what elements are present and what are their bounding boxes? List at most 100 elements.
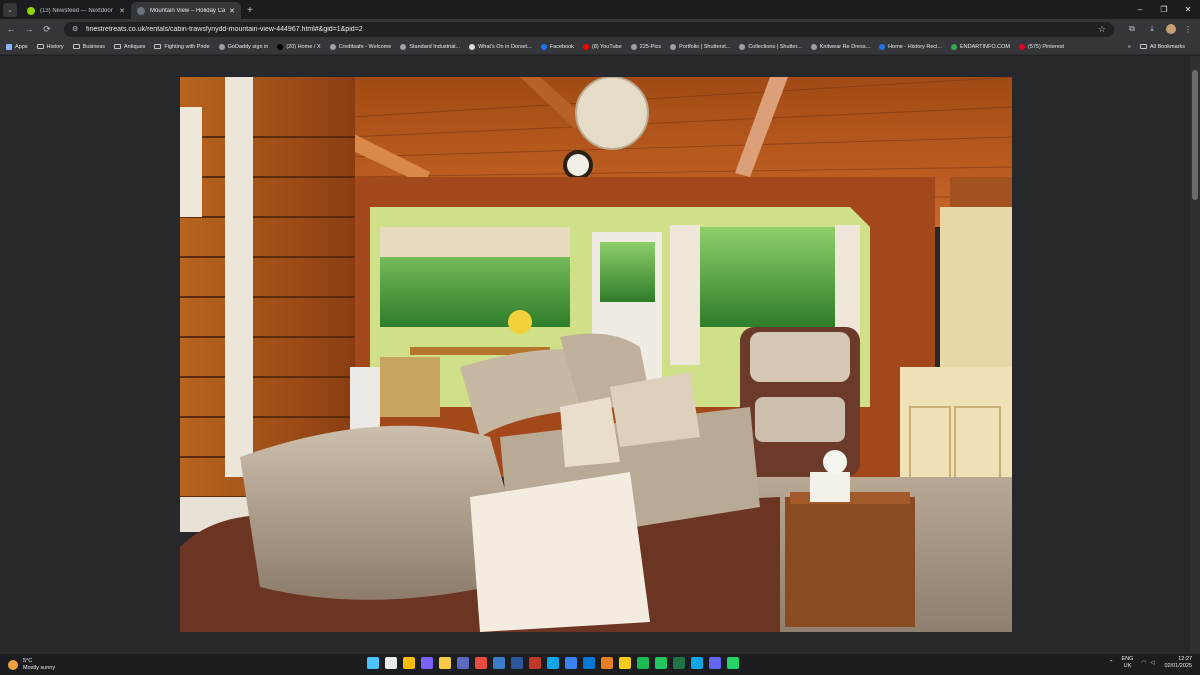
app-icon-4[interactable] (529, 657, 541, 669)
bookmark-item[interactable]: Business (72, 43, 105, 50)
window-controls: – ❐ ✕ (1128, 0, 1200, 19)
language-indicator[interactable]: ENG UK (1122, 656, 1134, 670)
bookmark-item[interactable]: Fighting with Pride (154, 43, 210, 50)
scrollbar-thumb[interactable] (1192, 70, 1198, 200)
close-icon[interactable]: ✕ (229, 7, 235, 15)
app-icon-6[interactable] (601, 657, 613, 669)
bookmark-item[interactable]: (20) Home / X (277, 43, 321, 50)
folder-icon (1139, 44, 1147, 49)
bookmark-item[interactable]: Antiques (114, 44, 145, 50)
volume-icon[interactable]: ◁ (1150, 660, 1154, 666)
tab-mountain-view[interactable]: Mountain View – Holiday Cabin ✕ (131, 2, 241, 19)
lang-top: ENG (1121, 656, 1134, 662)
word-icon[interactable] (511, 657, 523, 669)
bookmark-label: Portfolio | Shutterst... (679, 43, 731, 50)
extensions-icon[interactable]: ⧉ (1124, 24, 1140, 34)
close-window-button[interactable]: ✕ (1176, 0, 1200, 19)
bookmark-item[interactable]: Creditsafe - Welcome (329, 43, 391, 50)
chevron-up-icon[interactable]: ⌃ (1109, 660, 1114, 666)
app-icon-10[interactable] (709, 657, 721, 669)
bookmark-item[interactable]: Knitwear Re Dress... (810, 43, 870, 50)
chrome-icon[interactable] (403, 657, 415, 669)
folder-icon (154, 44, 162, 49)
bookmark-label: Facebook (549, 43, 574, 50)
weather-temp: 5°C (23, 657, 33, 664)
restore-button[interactable]: ❐ (1152, 0, 1176, 19)
bookmark-item[interactable]: GoDaddy sign in (218, 43, 268, 50)
scrollbar[interactable] (1190, 56, 1200, 653)
downloads-icon[interactable]: ⤓ (1144, 24, 1160, 34)
cabin-interior-image (180, 77, 1012, 632)
favicon-icon (469, 43, 476, 50)
bookmark-item[interactable]: Home - History Recl... (879, 43, 942, 50)
avatar[interactable] (1166, 24, 1176, 34)
app-icon-8[interactable] (655, 657, 667, 669)
bookmarks-bar: Apps History Business Antiques Fighting with… (0, 39, 1200, 55)
bookmark-item[interactable]: (575) Pinterest (1018, 43, 1064, 50)
bookmark-label: Home - History Recl... (888, 43, 942, 50)
start-icon[interactable] (367, 657, 379, 669)
favicon-icon (540, 43, 547, 50)
all-bookmarks-label: All Bookmarks (1149, 43, 1185, 50)
tab-nextdoor[interactable]: (13) Newsfeed — Nextdoor ✕ (21, 2, 131, 19)
taskbar: 5°C Mostly sunny ⌃ ENG UK ◠ ◁ 12:27 02/0… (0, 653, 1200, 675)
new-tab-button[interactable]: + (247, 5, 253, 16)
time: 12:27 (1178, 656, 1192, 662)
task-view-icon[interactable] (385, 657, 397, 669)
favicon-icon (218, 43, 225, 50)
app-icon-5[interactable] (565, 657, 577, 669)
file-explorer-icon[interactable] (439, 657, 451, 669)
folder-icon (36, 44, 44, 49)
bookmark-label: History (46, 43, 64, 50)
reload-button[interactable]: ⟳ (40, 24, 54, 35)
bookmark-item[interactable]: (8) YouTube (582, 43, 622, 50)
close-icon[interactable]: ✕ (119, 7, 125, 15)
clock[interactable]: 12:27 02/01/2025 (1164, 656, 1192, 670)
bookmark-item[interactable]: Facebook (540, 43, 574, 50)
bookmark-label: 225-Pics (639, 43, 662, 50)
bookmark-item[interactable]: Portfolio | Shutterst... (670, 43, 731, 50)
bookmark-item[interactable]: ENDARTINFO.COM (950, 43, 1010, 50)
menu-icon[interactable]: ⋮ (1180, 25, 1196, 34)
bookmark-label: Fighting with Pride (164, 43, 210, 50)
cabin-photo[interactable] (180, 77, 1012, 632)
weather-desc: Mostly sunny (23, 664, 56, 671)
bookmark-label: ENDARTINFO.COM (959, 43, 1010, 50)
tab-search-button[interactable]: ⌄ (3, 3, 17, 17)
bookmark-label: Business (82, 43, 105, 50)
favicon-icon (670, 43, 677, 50)
bookmark-item[interactable]: Apps (6, 43, 28, 50)
bookmark-item[interactable]: 225-Pics (630, 43, 662, 50)
whatsapp-icon[interactable] (727, 657, 739, 669)
app-icon-7[interactable] (619, 657, 631, 669)
bookmark-item[interactable]: Standard Industrial... (400, 43, 460, 50)
address-bar[interactable]: ⚙ finestretreats.co.uk/rentals/cabin-tra… (64, 21, 1114, 37)
bookmark-item[interactable]: Collections | Shutter... (739, 43, 802, 50)
tab-title: Mountain View – Holiday Cabin (150, 7, 226, 14)
bookmark-label: Antiques (124, 43, 146, 50)
minimize-button[interactable]: – (1128, 0, 1152, 19)
favicon-icon (630, 43, 637, 50)
wifi-icon[interactable]: ◠ (1141, 660, 1146, 666)
date: 02/01/2025 (1164, 663, 1192, 669)
copilot-icon[interactable] (421, 657, 433, 669)
more-bookmarks-button[interactable]: » (1128, 44, 1131, 50)
url-text[interactable]: finestretreats.co.uk/rentals/cabin-traws… (86, 26, 1098, 33)
bookmark-item[interactable]: History (36, 43, 64, 50)
excel-icon[interactable] (673, 657, 685, 669)
app-icon-9[interactable] (691, 657, 703, 669)
favicon-icon (739, 43, 746, 50)
site-info-icon[interactable]: ⚙ (72, 25, 80, 33)
forward-button[interactable]: → (22, 24, 36, 34)
bookmark-item[interactable]: What's On in Dorset... (469, 43, 532, 50)
app-icon-2[interactable] (475, 657, 487, 669)
all-bookmarks-button[interactable]: All Bookmarks (1139, 43, 1185, 50)
edge-icon[interactable] (547, 657, 559, 669)
weather-widget[interactable]: 5°C Mostly sunny (8, 658, 128, 672)
app-icon-3[interactable] (493, 657, 505, 669)
bookmark-star-icon[interactable]: ☆ (1098, 24, 1106, 35)
spotify-icon[interactable] (637, 657, 649, 669)
app-icon-1[interactable] (457, 657, 469, 669)
back-button[interactable]: ← (4, 24, 18, 34)
outlook-icon[interactable] (583, 657, 595, 669)
